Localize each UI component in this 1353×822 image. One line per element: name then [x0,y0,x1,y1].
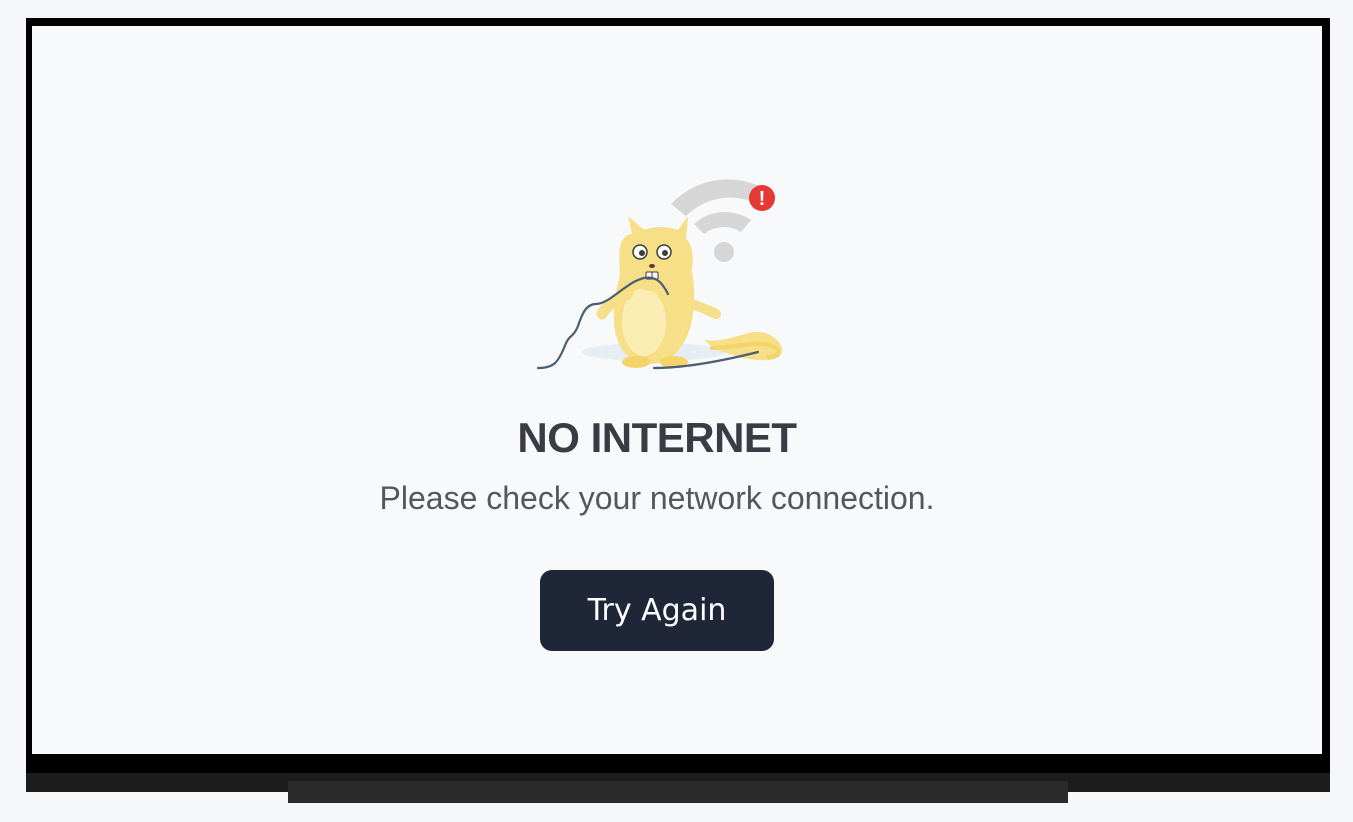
page-title: NO INTERNET [517,414,797,461]
alert-exclamation-icon: ! [749,185,775,211]
alert-glyph: ! [759,188,766,210]
cat-chewing-cable-illustration: ! [536,179,783,370]
error-message: Please check your network connection. [379,480,935,516]
tv-stand [288,781,1068,803]
try-again-button[interactable]: Try Again [540,570,774,651]
no-internet-illustration: ! [536,154,796,374]
tv-screen: ! NO INTERNET Please check your network … [32,26,1322,754]
